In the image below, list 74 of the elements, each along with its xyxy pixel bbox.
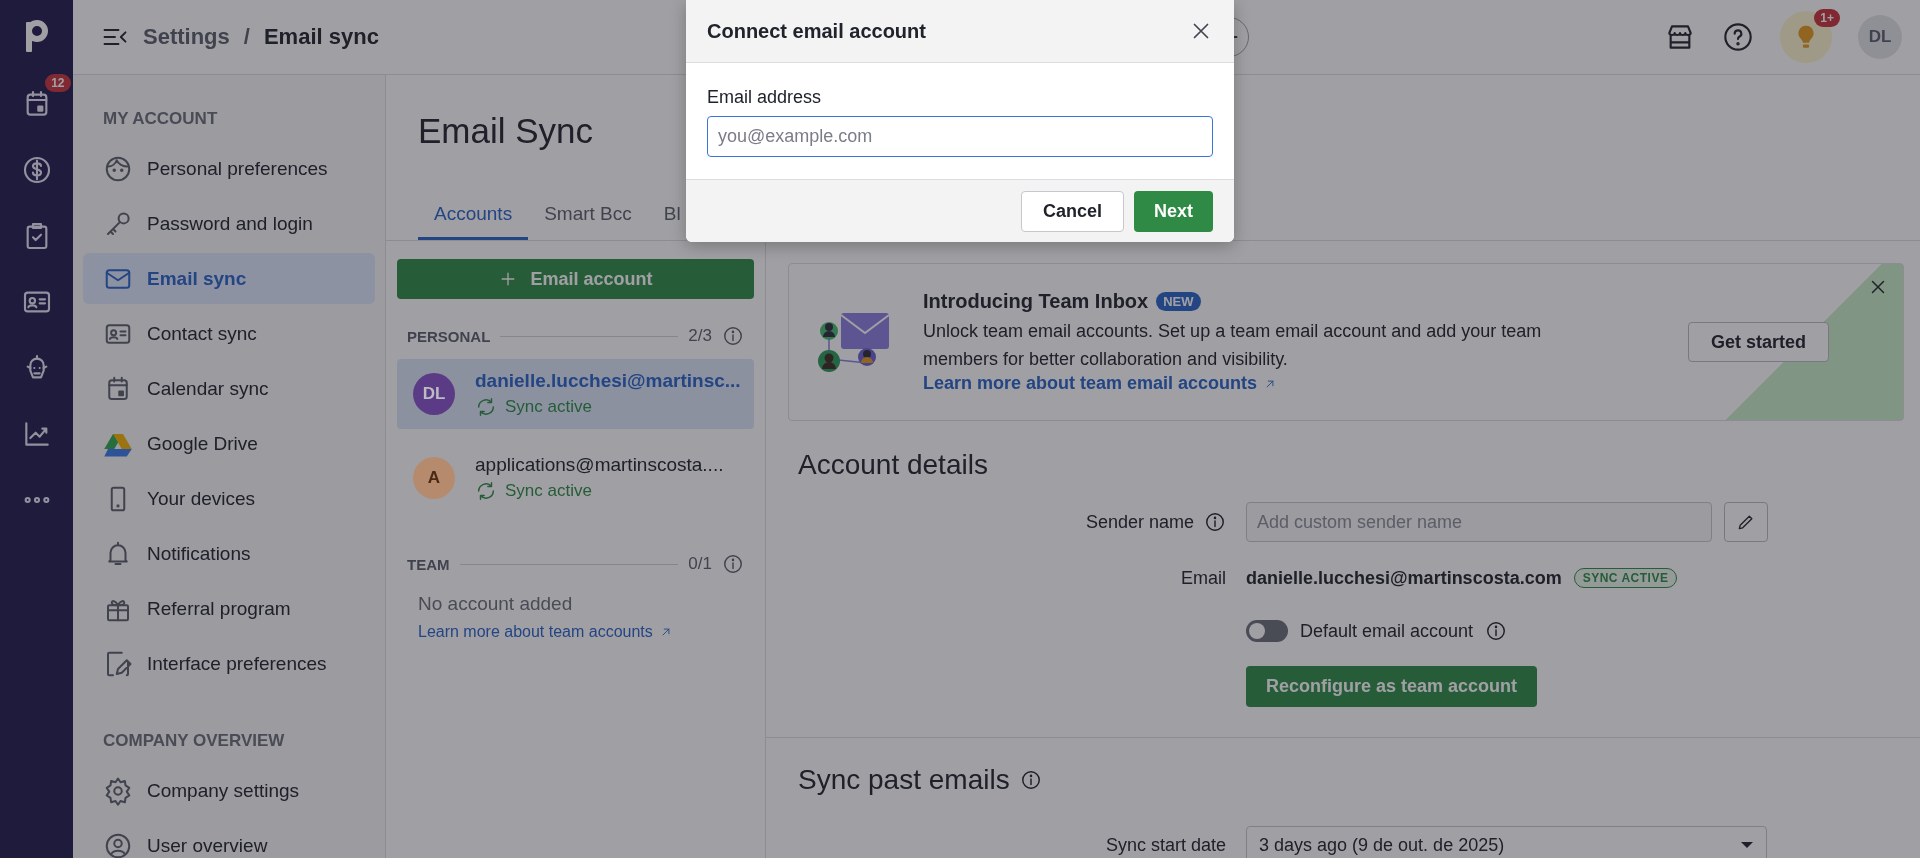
sync-status: Sync active (505, 397, 592, 417)
info-icon (1019, 769, 1042, 791)
breadcrumb-link[interactable]: Settings (143, 24, 230, 50)
info-icon (722, 325, 744, 347)
email-field[interactable]: you@example.com (707, 116, 1213, 157)
account-count: 0/1 (688, 554, 712, 574)
account-email: danielle.lucchesi@martinsc... (475, 370, 741, 392)
tab[interactable]: Bl (647, 203, 697, 240)
info-icon (1485, 620, 1508, 642)
info-icon (1204, 511, 1226, 533)
status-badge: SYNC ACTIVE (1573, 568, 1678, 588)
toggle-label: Default email account (1300, 620, 1474, 642)
settings-nav-item[interactable]: Interface preferences (83, 638, 375, 689)
get-started-button[interactable]: Get started (1687, 322, 1829, 362)
field-label: Sender name (1085, 511, 1194, 533)
next-button[interactable]: Next (1134, 190, 1213, 232)
group-heading: PERSONAL (407, 327, 491, 345)
section-heading: COMPANY OVERVIEW (102, 731, 286, 752)
settings-nav-item[interactable]: Your devices (83, 473, 375, 524)
dialog-title: Connect email account (707, 19, 926, 43)
info-icon (722, 553, 744, 575)
settings-icon (103, 775, 133, 806)
cancel-button[interactable]: Cancel (1020, 190, 1124, 232)
tips-button[interactable] (1780, 11, 1832, 63)
settings-nav-item[interactable]: Calendar sync (83, 363, 375, 414)
settings-nav-item[interactable]: Google Drive (83, 418, 375, 469)
settings-nav-item[interactable]: Company settings (83, 765, 375, 816)
toggle-switch[interactable] (1246, 620, 1288, 642)
sender-name-field[interactable]: Add custom sender name (1246, 502, 1712, 542)
notification-badge: 12 (45, 74, 71, 92)
help-icon[interactable] (1722, 21, 1754, 53)
team-accounts-link[interactable]: Learn more about team accounts (397, 615, 673, 641)
section-heading: MY ACCOUNT (102, 109, 219, 130)
banner-title: Introducing Team Inbox (923, 290, 1149, 313)
tab[interactable]: Smart Bcc (528, 203, 648, 240)
empty-message: No account added (417, 592, 574, 615)
group-heading: TEAM (407, 555, 450, 573)
account-item[interactable]: DL danielle.lucchesi@martinsc... Sync active (397, 359, 754, 429)
field-label: Sync start date (1105, 834, 1226, 856)
account-item[interactable]: A applications@martinscosta.... Sync active (397, 443, 754, 513)
tab[interactable]: Accounts (418, 203, 529, 240)
sync-status: Sync active (505, 481, 592, 501)
settings-nav-item[interactable]: Notifications (83, 528, 375, 579)
date-dropdown[interactable]: 3 days ago (9 de out. de 2025) (1246, 826, 1767, 858)
logo-icon[interactable] (23, 18, 50, 54)
settings-nav-item[interactable]: Personal preferences (83, 143, 375, 194)
settings-nav-item[interactable]: User overview (83, 820, 375, 858)
account-avatar: DL (413, 373, 455, 415)
page-title: Email sync (263, 24, 379, 50)
account-email: applications@martinscosta.... (475, 454, 724, 476)
field-label: Email (1181, 567, 1226, 589)
field-label: Email address (707, 87, 823, 108)
user-avatar[interactable]: DL (1858, 15, 1902, 59)
settings-nav-item[interactable]: Referral program (83, 583, 375, 634)
reconfigure-button[interactable]: Reconfigure as team account (1246, 665, 1538, 707)
team-inbox-link[interactable]: Learn more about team email accounts (923, 373, 1278, 394)
new-badge: NEW (1156, 292, 1201, 311)
account-avatar: A (413, 457, 455, 499)
sync-icon (475, 480, 497, 502)
sync-icon (475, 396, 497, 418)
settings-nav-item[interactable]: Password and login (83, 198, 375, 249)
notification-badge: 1+ (1814, 9, 1840, 27)
section-heading: Account details (797, 448, 989, 481)
settings-nav-item[interactable]: Email sync (83, 253, 375, 304)
page-heading: Email Sync (418, 111, 594, 151)
edit-button[interactable] (1724, 502, 1768, 542)
banner-description: Unlock team email accounts. Set up a team email account and add your team members for better collaboration and visibility. (923, 320, 1543, 371)
breadcrumb-separator: / (243, 24, 250, 50)
add-email-account-button[interactable]: Email account (397, 259, 754, 299)
settings-nav-item[interactable]: Contact sync (83, 308, 375, 359)
email-value: danielle.lucchesi@martinscosta.com (1246, 567, 1562, 589)
account-count: 2/3 (688, 326, 712, 346)
section-heading: Sync past emails (798, 764, 1010, 796)
caret-icon (1740, 841, 1754, 849)
